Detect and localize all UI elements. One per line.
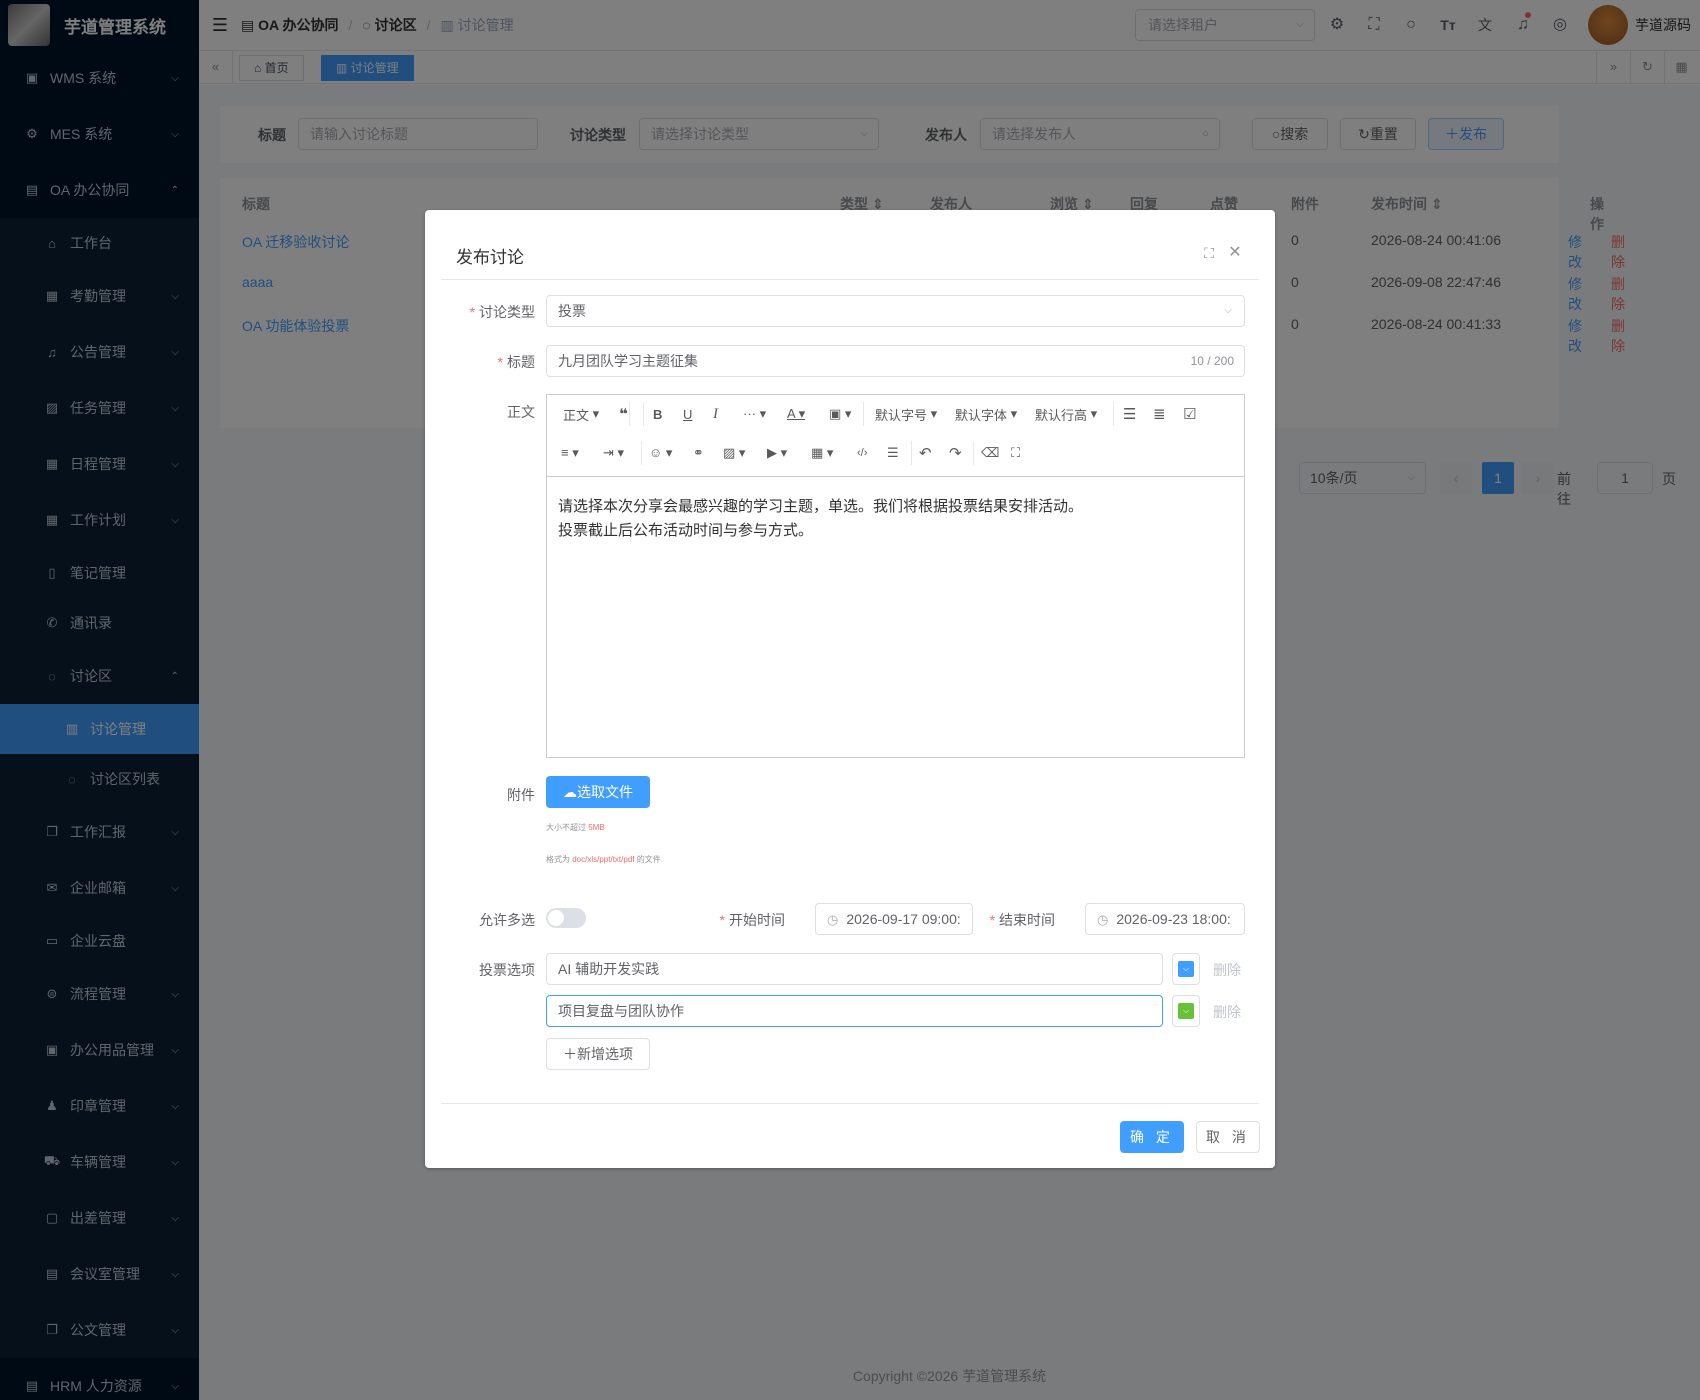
end-time-value: 2026-09-23 18:00: [1116,911,1231,927]
option-1-delete[interactable]: 删除 [1213,960,1241,980]
clear-format-icon[interactable]: ⌫ [981,441,999,465]
options-label: 投票选项 [479,962,535,978]
start-time-value: 2026-09-17 09:00: [846,911,961,927]
dialog-header-divider [441,279,1259,280]
video-icon[interactable]: ▶ ▾ [767,441,787,465]
title-input-value: 九月团队学习主题征集 [558,353,698,369]
chevron-down-icon: ⌵ [1224,305,1232,316]
editor-line-2: 投票截止后公布活动时间与参与方式。 [558,522,814,539]
line-height-dropdown-label: 默认行高 [1035,407,1088,423]
upload-format-tip: 格式为 doc/xls/ppt/txt/pdf 的文件 [546,854,661,865]
option-2-text: 项目复盘与团队协作 [558,1003,684,1019]
dialog-title: 发布讨论 [456,248,524,267]
paragraph-dropdown-label: 正文 [563,407,590,423]
end-label-text: 结束时间 [999,912,1055,928]
todo-icon[interactable]: ☑ [1183,402,1196,426]
option-1-color-picker[interactable]: ⌵ [1172,953,1200,985]
start-label-text: 开始时间 [729,912,785,928]
indent-icon[interactable]: ⇥ ▾ [603,441,624,465]
add-option-button[interactable]: ＋新增选项 [546,1038,650,1070]
tip-size-prefix: 大小不超过 [546,823,589,832]
code-icon[interactable]: ‹/› [857,441,867,465]
cancel-button[interactable]: 取 消 [1196,1121,1260,1153]
start-label: * 开始时间 [719,912,785,928]
tip-format-prefix: 格式为 [546,855,573,864]
start-time-input[interactable]: ◷ 2026-09-17 09:00: [815,903,973,935]
option-2-delete[interactable]: 删除 [1213,1002,1241,1022]
clock-icon: ◷ [827,912,839,927]
option-1-color-swatch: ⌵ [1178,961,1194,977]
toolbar-divider [911,441,912,465]
type-label-text: 讨论类型 [479,304,535,320]
emoji-icon[interactable]: ☺ ▾ [649,441,672,465]
paragraph-dropdown[interactable]: 正文 ▾ [563,402,599,426]
maximize-icon[interactable]: ⛶ [1200,244,1218,262]
editor-toolbar: 正文 ▾ ❝ B U I ··· ▾ A ▾ ▣ ▾ 默认字号 ▾ 默认字体 ▾… [547,395,1244,477]
confirm-button[interactable]: 确 定 [1120,1121,1184,1153]
toolbar-divider [973,441,974,465]
redo-icon[interactable]: ↷ [949,441,962,465]
type-select-value: 投票 [558,303,586,319]
divider-icon[interactable]: ☰ [887,441,899,465]
more-icon[interactable]: ··· ▾ [743,402,766,426]
font-family-dropdown-label: 默认字体 [955,407,1008,423]
end-label: * 结束时间 [989,912,1055,928]
bullet-list-icon[interactable]: ☰ [1123,402,1136,426]
clock-icon: ◷ [1097,912,1109,927]
body-label: 正文 [507,404,535,420]
toolbar-divider [641,441,642,465]
tip-format-value: doc/xls/ppt/txt/pdf [572,855,635,864]
close-icon[interactable]: ✕ [1226,244,1244,262]
option-1-text: AI 辅助开发实践 [558,961,660,977]
align-icon[interactable]: ≡ ▾ [561,441,579,465]
link-icon[interactable]: ⚭ [693,441,704,465]
type-select[interactable]: 投票 ⌵ [546,295,1245,327]
title-label-text: 标题 [507,354,535,370]
option-input-1[interactable]: AI 辅助开发实践 [546,953,1163,985]
underline-icon[interactable]: U [683,402,692,426]
toolbar-divider [863,402,864,426]
bold-icon[interactable]: B [653,402,662,426]
font-color-icon[interactable]: A ▾ [787,402,805,426]
upload-button[interactable]: ☁选取文件 [546,776,650,808]
title-label: * 标题 [497,354,535,370]
toolbar-divider [1113,402,1114,426]
numbered-list-icon[interactable]: ≣ [1153,402,1166,426]
end-time-input[interactable]: ◷ 2026-09-23 18:00: [1085,903,1245,935]
font-size-dropdown-label: 默认字号 [875,407,928,423]
image-icon[interactable]: ▨ ▾ [723,441,745,465]
quote-icon[interactable]: ❝ [619,402,628,426]
tip-size-value: 5MB [588,823,605,832]
fullscreen-icon[interactable]: ⛶ [1011,441,1020,465]
publish-dialog: 发布讨论 ⛶ ✕ * 讨论类型 投票 ⌵ * 标题 九月团队学习主题征集 10 / 20… [425,210,1275,1168]
italic-icon[interactable]: I [713,402,718,426]
switch-knob [548,910,564,926]
undo-icon[interactable]: ↶ [919,441,932,465]
toolbar-divider [629,402,630,426]
upload-button-label: 选取文件 [577,784,633,800]
table-icon[interactable]: ▦ ▾ [811,441,833,465]
line-height-dropdown[interactable]: 默认行高 ▾ [1035,402,1097,426]
editor-line-1: 请选择本次分享会最感兴趣的学习主题，单选。我们将根据投票结果安排活动。 [558,498,1084,515]
type-label: * 讨论类型 [469,304,535,320]
toolbar-divider [643,402,644,426]
tip-format-suffix: 的文件 [634,855,661,864]
option-input-2[interactable]: 项目复盘与团队协作 [546,995,1163,1027]
upload-size-tip: 大小不超过 5MB [546,822,605,833]
title-counter: 10 / 200 [1190,354,1234,368]
option-2-color-picker[interactable]: ⌵ [1172,995,1200,1027]
add-option-label: 新增选项 [577,1046,633,1062]
rich-text-editor: 正文 ▾ ❝ B U I ··· ▾ A ▾ ▣ ▾ 默认字号 ▾ 默认字体 ▾… [546,394,1245,758]
title-input[interactable]: 九月团队学习主题征集 10 / 200 [546,345,1245,377]
option-2-color-swatch: ⌵ [1178,1003,1194,1019]
font-family-dropdown[interactable]: 默认字体 ▾ [955,402,1017,426]
font-size-dropdown[interactable]: 默认字号 ▾ [875,402,937,426]
bg-color-icon[interactable]: ▣ ▾ [829,402,851,426]
attach-label: 附件 [507,787,535,803]
editor-content[interactable]: 请选择本次分享会最感兴趣的学习主题，单选。我们将根据投票结果安排活动。 投票截止… [547,477,1244,561]
multi-label: 允许多选 [479,912,535,928]
multi-switch[interactable] [546,908,586,928]
dialog-footer-divider [441,1103,1259,1104]
